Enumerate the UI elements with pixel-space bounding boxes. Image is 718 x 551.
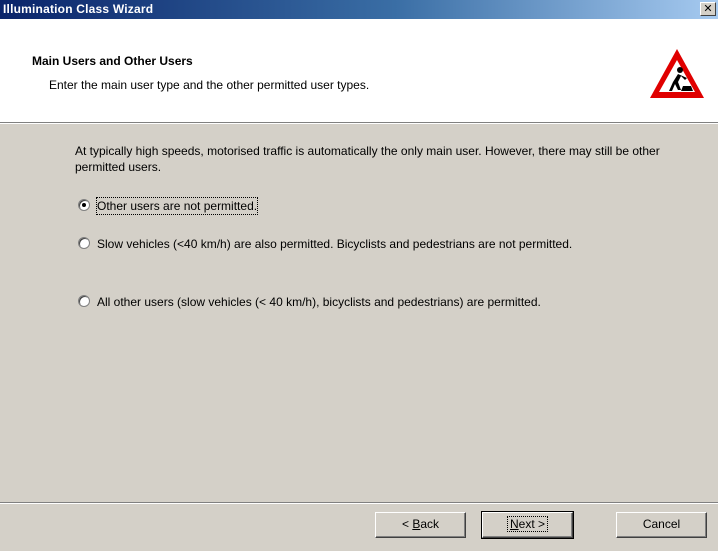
footer-separator [0,502,718,504]
radio-not-permitted[interactable] [78,199,90,211]
title-bar[interactable]: Illumination Class Wizard ✕ [0,0,718,19]
intro-text: At typically high speeds, motorised traf… [75,144,660,174]
close-button[interactable]: ✕ [700,2,716,16]
radio-all-users[interactable] [78,295,90,307]
close-icon: ✕ [703,3,713,15]
radio-slow-vehicles[interactable] [78,237,90,249]
roadworks-warning-icon [650,49,704,98]
page-title: Main Users and Other Users [32,54,193,68]
option-label[interactable]: All other users (slow vehicles (< 40 km/… [97,294,541,310]
option-label[interactable]: Slow vehicles (<40 km/h) are also permit… [97,236,637,252]
next-button[interactable]: Next > [481,511,574,539]
header-separator [0,122,718,124]
page-subtitle: Enter the main user type and the other p… [49,78,370,92]
window-title: Illumination Class Wizard [3,2,154,16]
back-button[interactable]: < Back [375,512,466,538]
cancel-button[interactable]: Cancel [616,512,707,538]
option-label[interactable]: Other users are not permitted. [95,197,259,215]
wizard-header: Main Users and Other Users Enter the mai… [0,19,718,122]
